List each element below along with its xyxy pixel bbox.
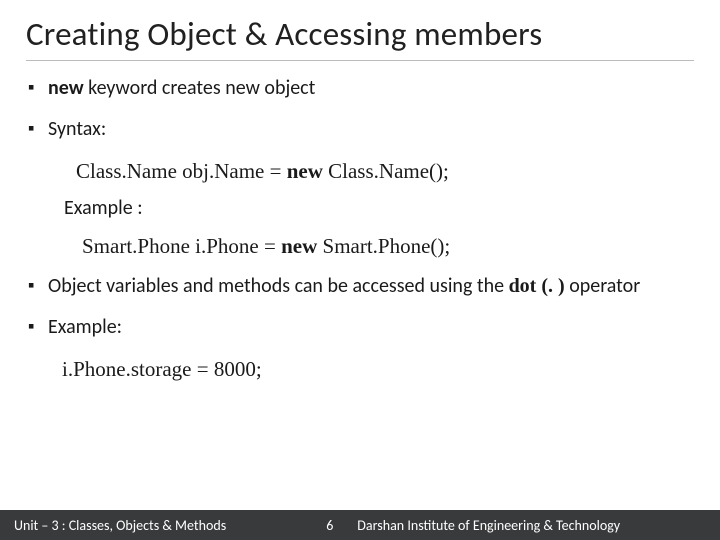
footer-unit: Unit – 3 : Classes, Objects & Methods	[14, 517, 226, 534]
bullet-new-keyword: new keyword creates new object	[26, 75, 694, 102]
syntax-pre: Class.Name obj.Name =	[76, 159, 287, 183]
example-pre: Smart.Phone i.Phone =	[82, 234, 281, 258]
bullet-1-rest: keyword creates new object	[84, 76, 316, 100]
bullet-1-bold: new	[48, 76, 84, 100]
footer-institute: Darshan Institute of Engineering & Techn…	[357, 517, 620, 534]
example-label: Example :	[26, 195, 694, 222]
syntax-bold: new	[287, 159, 323, 183]
b3-pre: Object variables and methods can be acce…	[48, 274, 509, 298]
bullet-list: new keyword creates new object Syntax: C…	[26, 75, 694, 383]
example-line: Smart.Phone i.Phone = new Smart.Phone();	[26, 232, 694, 260]
bullet-dot-operator: Object variables and methods can be acce…	[26, 273, 694, 300]
b3-bold: dot (. )	[509, 275, 565, 297]
slide-title: Creating Object & Accessing members	[26, 14, 694, 61]
bullet-example2: Example:	[26, 314, 694, 341]
example-bold: new	[281, 234, 317, 258]
slide-body: Creating Object & Accessing members new …	[0, 0, 720, 540]
syntax-post: Class.Name();	[323, 159, 449, 183]
syntax-line: Class.Name obj.Name = new Class.Name();	[26, 157, 694, 185]
example-post: Smart.Phone();	[317, 234, 450, 258]
example2-line: i.Phone.storage = 8000;	[26, 355, 694, 383]
bullet-syntax: Syntax:	[26, 116, 694, 143]
footer-page-number: 6	[326, 517, 333, 534]
b3-post: operator	[565, 274, 641, 298]
footer-bar: Unit – 3 : Classes, Objects & Methods 6 …	[0, 510, 720, 540]
